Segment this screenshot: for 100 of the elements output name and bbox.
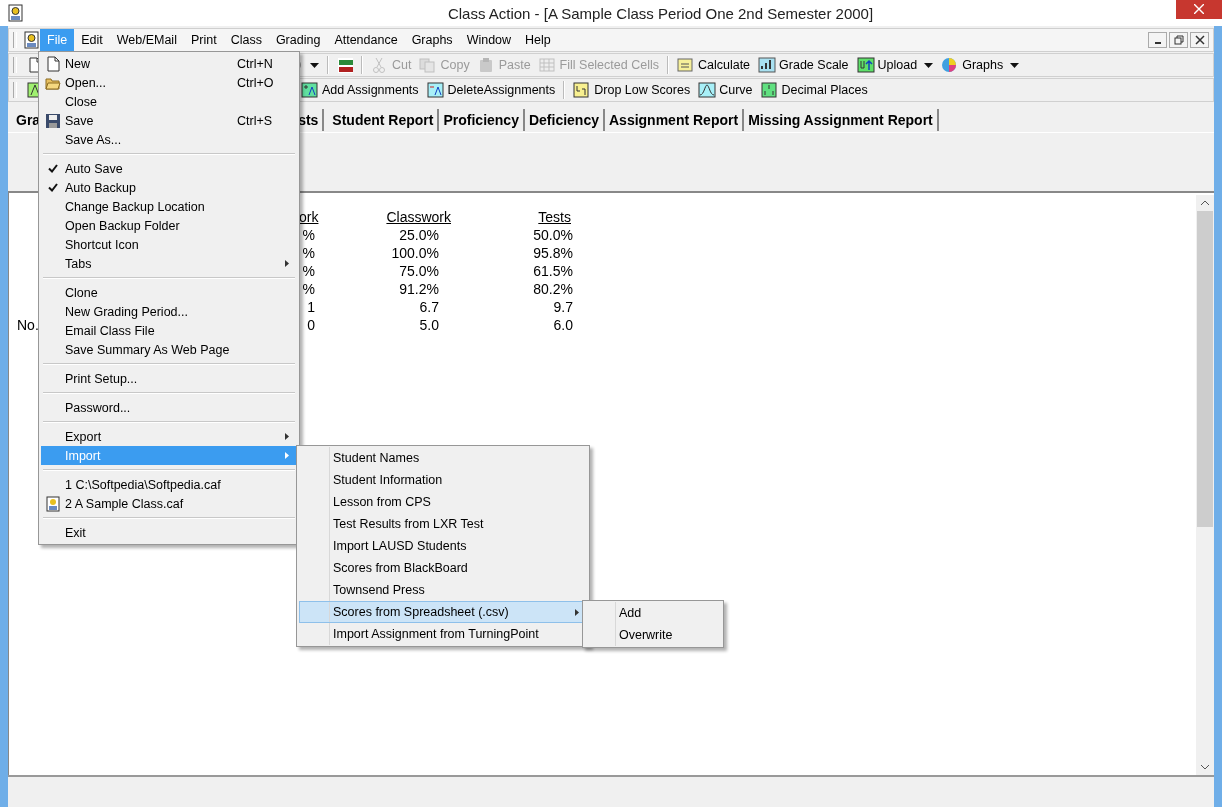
toolbar-button[interactable]: Curve (694, 80, 757, 100)
table-cell-text: 50.0% (532, 227, 573, 245)
table-cell-text: 6.0 (552, 317, 573, 335)
delete-assignment-icon (426, 82, 445, 98)
toolbar-button[interactable]: Calculate (672, 55, 755, 75)
menu-item[interactable]: Exit (41, 523, 297, 542)
menu-item[interactable]: Shortcut Icon (41, 235, 297, 254)
app-icon (7, 4, 25, 22)
table-cell-text: % (301, 281, 316, 299)
menu-item[interactable]: Save Summary As Web Page (41, 340, 297, 359)
toolbar-button[interactable]: Drop Low Scores (569, 80, 695, 100)
menu-item[interactable]: Close (41, 92, 297, 111)
table-cell-text: % (301, 227, 316, 245)
file-icon (45, 495, 61, 512)
menu-item[interactable]: Email Class File (41, 321, 297, 340)
menu-item[interactable]: Edit (74, 29, 110, 51)
document-icon (45, 55, 61, 72)
menu-item[interactable]: Lesson from CPS (299, 491, 587, 513)
toolbar-button[interactable]: Add Assignments (297, 80, 423, 100)
menu-item[interactable]: Auto Save (41, 159, 297, 178)
toolbar-button[interactable]: Graphs (937, 55, 1024, 75)
table-cell-text: 5.0 (418, 317, 440, 335)
column-header: ork (298, 209, 320, 227)
drop-scores-icon (573, 82, 592, 98)
menu-item[interactable]: Change Backup Location (41, 197, 297, 216)
menu-item[interactable]: 1 C:\Softpedia\Softpedia.caf (41, 475, 297, 494)
menu-item[interactable]: Class (223, 29, 269, 51)
menu-item[interactable]: Import LAUSD Students (299, 535, 587, 557)
column-header: Classwork (385, 209, 451, 227)
table-cell-text: 95.8% (532, 245, 573, 263)
table-cell-text: % (301, 245, 316, 263)
table-cell-text: 1 (306, 299, 316, 317)
menu-item[interactable]: Help (518, 29, 558, 51)
menu-item[interactable]: Web/EMail (109, 29, 184, 51)
grid-icon (538, 57, 557, 73)
tab[interactable]: Assignment Report (605, 109, 745, 131)
table-cell-text: % (301, 263, 316, 281)
menu-item[interactable]: New Grading Period... (41, 302, 297, 321)
toolbar-button[interactable]: DeleteAssignments (422, 80, 560, 100)
column-header: Tests (537, 209, 572, 227)
table-cell-text: 0 (306, 317, 316, 335)
toolbar-grip[interactable] (13, 57, 17, 73)
toolbar-grip[interactable] (13, 82, 17, 98)
menu-item[interactable]: Graphs (404, 29, 460, 51)
toolbar-button[interactable]: Decimal Places (756, 80, 872, 100)
caret-icon (924, 62, 934, 68)
menu-item[interactable]: Attendance (327, 29, 405, 51)
curve-icon (698, 82, 717, 98)
tab[interactable]: Missing Assignment Report (744, 109, 939, 131)
close-icon (1194, 3, 1204, 14)
tab[interactable]: Student Report (328, 109, 440, 131)
caret-icon (310, 62, 319, 68)
restore-icon (1173, 35, 1184, 45)
row-label: No. (17, 317, 39, 333)
menu-item[interactable]: Save Ctrl+S (41, 111, 297, 130)
copy-icon (419, 57, 438, 73)
menu-item[interactable]: New Ctrl+N (41, 54, 297, 73)
table-cell-text: 91.2% (398, 281, 440, 299)
table-cell-text: 9.7 (552, 299, 573, 317)
tab[interactable]: Deficiency (524, 109, 605, 131)
menu-item[interactable]: Window (459, 29, 519, 51)
window-title: Class Action - [A Sample Class Period One 2nd Semester 2000] (446, 4, 875, 22)
caret-icon (1010, 62, 1020, 68)
app-icon (23, 31, 40, 49)
menu-item[interactable]: Open... Ctrl+O (41, 73, 297, 92)
decimal-places-icon (760, 82, 779, 98)
table-cell-text: 80.2% (532, 281, 573, 299)
menu-item[interactable]: Grading (268, 29, 328, 51)
menu-item[interactable]: Add (585, 602, 721, 624)
grade-scale-icon (758, 57, 777, 73)
table-cell-text: 25.0% (398, 227, 440, 245)
add-assignment-icon (301, 82, 319, 98)
menu-item[interactable]: Auto Backup (41, 178, 297, 197)
toolbar-button[interactable]: Grade Scale (754, 55, 853, 75)
menu-item[interactable]: Open Backup Folder (41, 216, 297, 235)
menu-item[interactable]: Print (183, 29, 224, 51)
minimize-icon (1154, 42, 1161, 44)
table-cell-text: 75.0% (398, 263, 440, 281)
close-button[interactable] (1176, 0, 1222, 19)
close-button[interactable] (1190, 32, 1209, 48)
toolbar-button[interactable]: Upload (852, 55, 938, 75)
minimize-button[interactable] (1148, 32, 1167, 48)
menu-item[interactable]: Tabs (41, 254, 297, 273)
menu-item[interactable]: Scores from BlackBoard (299, 557, 587, 579)
menu-item[interactable]: Test Results from LXR Test (299, 513, 587, 535)
tab[interactable]: Proficiency (439, 109, 525, 131)
calculator-icon (676, 57, 695, 73)
menu-item[interactable]: 2 A Sample Class.caf (41, 494, 297, 513)
restore-button[interactable] (1169, 32, 1188, 48)
menu-item[interactable]: Student Information (299, 469, 587, 491)
menu-item[interactable]: Print Setup... (41, 369, 297, 388)
menu-item[interactable]: Export (41, 427, 297, 446)
toolbar-grip[interactable] (13, 32, 17, 48)
menu-item[interactable]: Overwrite (585, 624, 721, 646)
menu-item[interactable]: Password... (41, 398, 297, 417)
upload-icon (856, 57, 875, 73)
table-cell-text: 6.7 (418, 299, 440, 317)
menu-item[interactable]: Save As... (41, 130, 297, 149)
menu-item[interactable]: Student Names (299, 447, 587, 469)
menu-item[interactable]: Clone (41, 283, 297, 302)
